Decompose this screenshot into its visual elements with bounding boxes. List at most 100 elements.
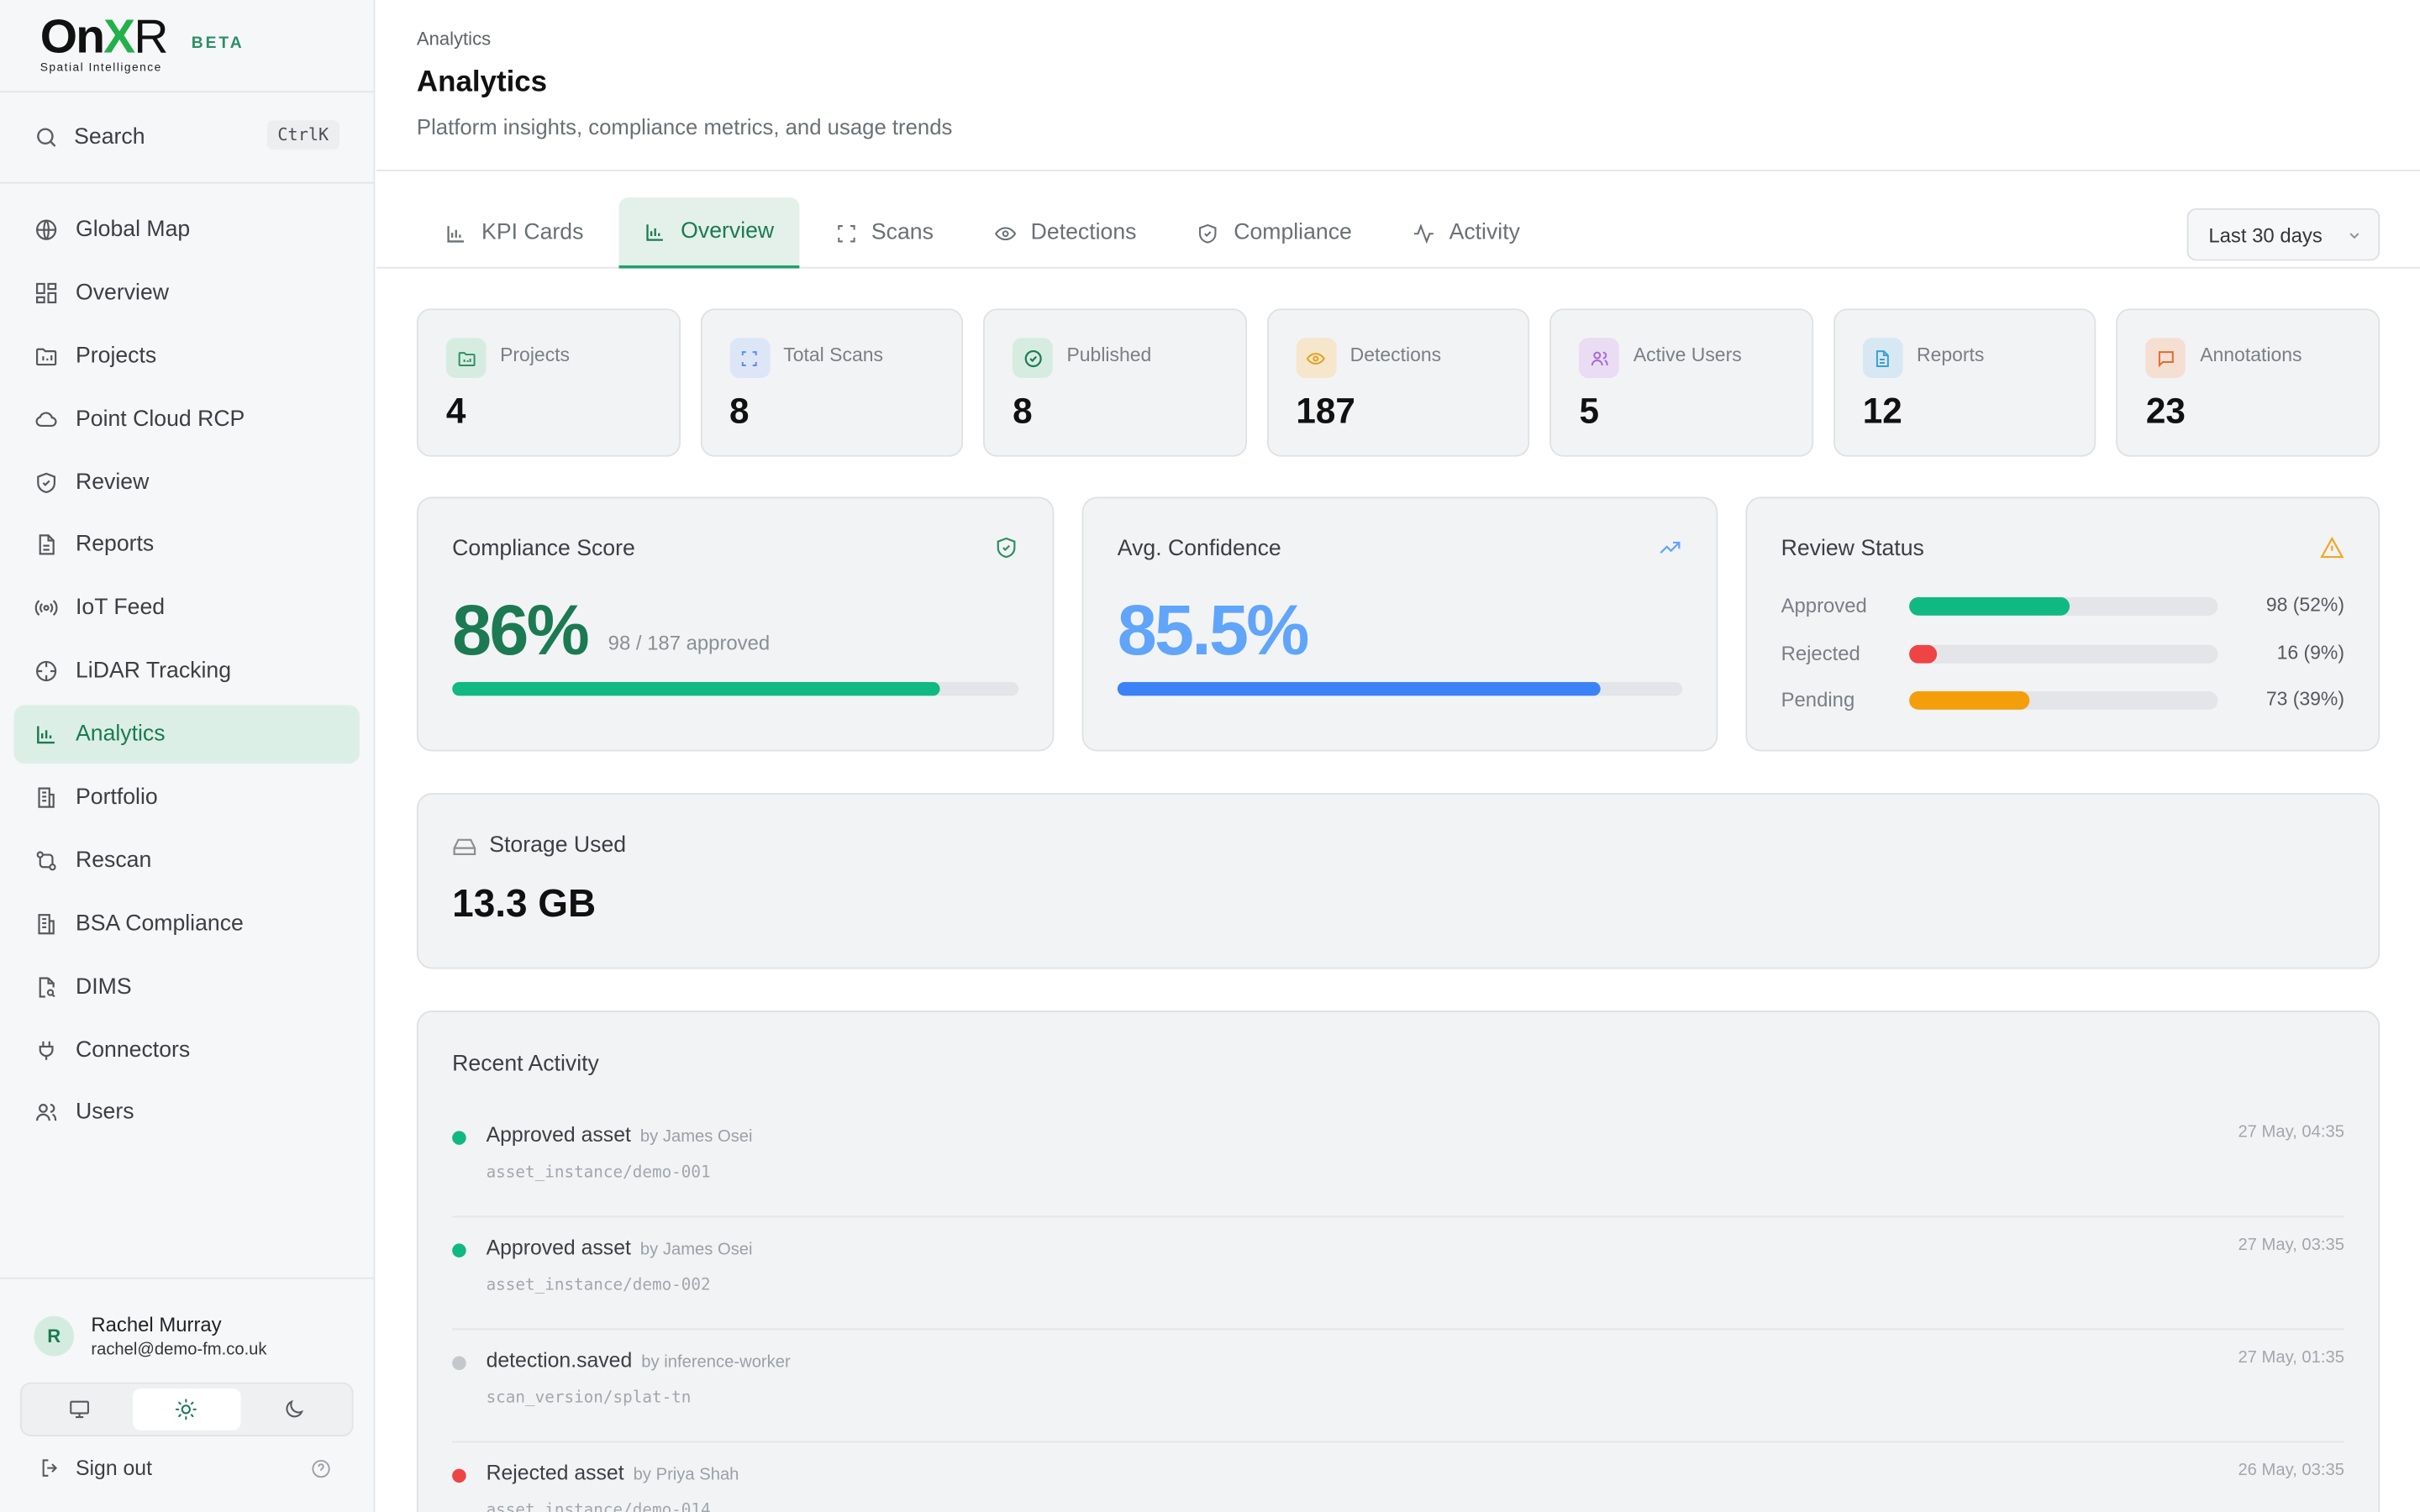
logo-row: On X R Spatial Intelligence BETA xyxy=(0,0,374,93)
monitor-icon xyxy=(70,1400,90,1419)
activity-path: asset_instance/demo-001 xyxy=(486,1163,711,1182)
compliance-detail: 98 / 187 approved xyxy=(608,631,771,654)
theme-system-button[interactable] xyxy=(26,1389,133,1431)
status-dot xyxy=(452,1468,466,1483)
sidebar-item-label: Projects xyxy=(76,344,157,369)
review-status-row-rejected: Rejected 16 (9%) xyxy=(1781,642,2344,665)
page-subtitle: Platform insights, compliance metrics, a… xyxy=(416,113,953,139)
sidebar-item-label: Users xyxy=(76,1100,134,1126)
compliance-score-value: 86% xyxy=(452,589,590,670)
kpi-icon-badge xyxy=(2145,338,2186,378)
shield-check-icon xyxy=(997,537,1016,559)
review-status-fill xyxy=(1909,596,2070,616)
card-title: Recent Activity xyxy=(452,1052,599,1078)
activity-action-line: Approved asset by James Osei xyxy=(487,1236,753,1259)
kpi-label: Published xyxy=(1066,344,1152,366)
logo[interactable]: On X R Spatial Intelligence xyxy=(40,13,169,75)
tab-label: Detections xyxy=(1030,220,1137,246)
kpi-cards: Projects 4 Total Scans 8 Published 8 Det… xyxy=(416,308,2381,457)
tab-scans[interactable]: Scans xyxy=(809,197,958,268)
sidebar-item-dims[interactable]: DIMS xyxy=(14,958,360,1016)
sidebar-item-overview[interactable]: Overview xyxy=(14,264,360,323)
sidebar-item-rescan[interactable]: Rescan xyxy=(14,832,360,890)
sidebar-item-analytics[interactable]: Analytics xyxy=(13,705,360,764)
sidebar-item-point-cloud[interactable]: Point Cloud RCP xyxy=(14,390,360,449)
kpi-icon-badge xyxy=(1296,338,1337,378)
moon-icon xyxy=(286,1399,303,1418)
kpi-value: 8 xyxy=(729,390,750,431)
page-title: Analytics xyxy=(416,66,548,99)
kpi-card-projects[interactable]: Projects 4 xyxy=(416,308,681,457)
sidebar-item-projects[interactable]: Projects xyxy=(14,327,360,386)
date-range-select[interactable]: Last 30 days xyxy=(2186,207,2381,261)
activity-item[interactable]: Rejected asset by Priya Shah asset_instan… xyxy=(452,1442,2344,1512)
users-icon xyxy=(35,1104,57,1122)
kpi-card-detections[interactable]: Detections 187 xyxy=(1266,308,1530,457)
user-profile[interactable]: R Rachel Murray rachel@demo-fm.co.uk xyxy=(34,1313,267,1360)
sidebar-item-connectors[interactable]: Connectors xyxy=(14,1021,360,1079)
sidebar-item-global-map[interactable]: Global Map xyxy=(14,201,360,260)
kpi-card-reports[interactable]: Reports 12 xyxy=(1833,308,2097,457)
theme-light-button[interactable] xyxy=(133,1389,240,1431)
sidebar-item-users[interactable]: Users xyxy=(14,1084,360,1142)
sidebar-item-label: Point Cloud RCP xyxy=(76,407,245,432)
tab-compliance[interactable]: Compliance xyxy=(1172,197,1377,268)
bar-chart-icon xyxy=(646,223,664,240)
trending-up-icon xyxy=(1660,541,1681,554)
card-title: Compliance Score xyxy=(452,537,635,562)
activity-list: Approved asset by James Osei asset_instan… xyxy=(452,1105,2344,1512)
review-status-value: 16 (9%) xyxy=(2276,642,2344,664)
sign-out-button[interactable]: Sign out xyxy=(39,1456,153,1480)
kpi-icon-badge xyxy=(445,338,487,378)
activity-action-line: detection.saved by inference-worker xyxy=(487,1348,791,1372)
storage-used-card: Storage Used 13.3 GB xyxy=(416,793,2381,969)
sidebar-item-iot-feed[interactable]: IoT Feed xyxy=(14,579,360,638)
tab-label: Scans xyxy=(871,220,934,246)
bar-chart-icon xyxy=(447,225,464,242)
sidebar-item-portfolio[interactable]: Portfolio xyxy=(14,769,360,827)
tab-kpi-cards[interactable]: KPI Cards xyxy=(420,197,608,268)
tab-label: Overview xyxy=(681,218,775,244)
sidebar-item-lidar-tracking[interactable]: LiDAR Tracking xyxy=(14,643,360,701)
kpi-card-active-users[interactable]: Active Users 5 xyxy=(1549,308,1813,457)
tab-overview[interactable]: Overview xyxy=(618,197,799,269)
kpi-label: Projects xyxy=(500,344,571,366)
kpi-icon-badge xyxy=(729,338,770,378)
theme-dark-button[interactable] xyxy=(240,1389,347,1431)
review-status-value: 98 (52%) xyxy=(2265,594,2344,616)
sidebar-item-reports[interactable]: Reports xyxy=(14,516,360,575)
sidebar-item-review[interactable]: Review xyxy=(14,453,360,512)
review-status-row-approved: Approved 98 (52%) xyxy=(1781,594,2344,617)
sidebar-nav: Global Map Overview Projects Point Cloud… xyxy=(13,201,360,1147)
git-compare-icon xyxy=(36,851,56,871)
tab-activity[interactable]: Activity xyxy=(1387,197,1544,268)
plug-icon xyxy=(39,1041,54,1060)
user-email: rachel@demo-fm.co.uk xyxy=(91,1341,267,1360)
kpi-value: 12 xyxy=(1862,390,1902,431)
activity-item[interactable]: Approved asset by James Osei asset_instan… xyxy=(452,1217,2344,1331)
confidence-progress-bar xyxy=(1117,681,1683,696)
search-button[interactable]: Search CtrlK xyxy=(0,92,374,184)
sign-out-label: Sign out xyxy=(76,1456,153,1480)
help-circle-icon[interactable] xyxy=(310,1458,332,1480)
radio-icon xyxy=(34,600,58,617)
activity-item[interactable]: detection.saved by inference-worker scan_… xyxy=(452,1330,2344,1443)
message-square-icon xyxy=(2158,350,2174,367)
kpi-card-annotations[interactable]: Annotations 23 xyxy=(2117,308,2381,457)
sidebar-item-label: Connectors xyxy=(76,1037,191,1063)
kpi-value: 5 xyxy=(1579,390,1600,431)
activity-item[interactable]: Approved asset by James Osei asset_instan… xyxy=(452,1105,2344,1218)
kpi-card-published[interactable]: Published 8 xyxy=(983,308,1247,457)
search-shortcut: CtrlK xyxy=(266,120,340,150)
tab-label: KPI Cards xyxy=(481,220,584,246)
sidebar-item-bsa-compliance[interactable]: BSA Compliance xyxy=(14,895,360,953)
sidebar-item-label: Rescan xyxy=(76,848,152,874)
activity-actor: by inference-worker xyxy=(641,1352,791,1372)
breadcrumb[interactable]: Analytics xyxy=(417,28,491,50)
tab-detections[interactable]: Detections xyxy=(969,197,1161,268)
kpi-card-total-scans[interactable]: Total Scans 8 xyxy=(700,308,964,457)
sun-icon xyxy=(176,1399,197,1420)
kpi-value: 4 xyxy=(445,390,466,431)
theme-switcher xyxy=(19,1382,354,1436)
status-dot xyxy=(452,1131,466,1145)
